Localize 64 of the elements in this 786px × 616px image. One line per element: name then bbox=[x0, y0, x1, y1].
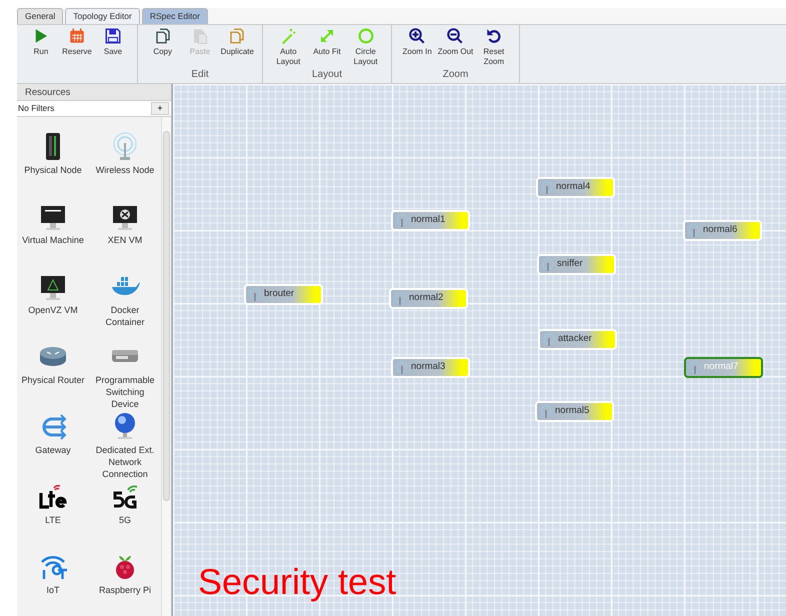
reset-icon bbox=[484, 27, 503, 45]
antenna-icon bbox=[542, 258, 554, 272]
scrollbar[interactable] bbox=[161, 117, 171, 616]
resource-item[interactable]: Gateway bbox=[17, 411, 89, 481]
toolbar-button[interactable]: Run bbox=[23, 27, 59, 57]
topology-node[interactable]: normal1 bbox=[391, 210, 470, 231]
resource-item[interactable]: Raspberry Pi bbox=[89, 551, 161, 616]
resource-item[interactable]: OpenVZ VM bbox=[17, 271, 89, 341]
copy-icon bbox=[154, 27, 172, 45]
resource-item[interactable]: XEN VM bbox=[89, 201, 161, 271]
zoom-in-icon bbox=[408, 27, 426, 45]
editor-tab[interactable]: General bbox=[17, 8, 64, 24]
resource-item[interactable]: Programmable Switching Device bbox=[89, 341, 161, 411]
toolbar-button[interactable]: Save bbox=[95, 27, 131, 57]
topology-node[interactable]: normal2 bbox=[389, 288, 468, 309]
resource-item[interactable]: Physical Node bbox=[17, 131, 89, 201]
resource-item[interactable]: Dedicated Ext. Network Connection bbox=[89, 411, 161, 481]
resource-item[interactable]: IoT bbox=[17, 551, 89, 616]
panel-title: Resources bbox=[17, 84, 171, 101]
magic-wand-icon bbox=[279, 27, 298, 45]
group-label: Edit bbox=[190, 68, 210, 82]
antenna-icon bbox=[394, 292, 406, 306]
antenna-icon bbox=[541, 180, 553, 194]
topology-node[interactable]: sniffer bbox=[537, 254, 616, 275]
topology-node[interactable]: attacker bbox=[538, 329, 617, 350]
resource-item[interactable]: LTE bbox=[17, 481, 89, 551]
antenna-icon bbox=[543, 332, 555, 346]
toolbar-button[interactable]: Zoom In bbox=[399, 27, 436, 67]
add-filter-button[interactable]: + bbox=[151, 102, 169, 115]
topology-node[interactable]: normal5 bbox=[535, 401, 614, 422]
topology-node[interactable]: normal4 bbox=[536, 177, 615, 198]
toolbar-button[interactable]: Duplicate bbox=[219, 27, 256, 57]
scrollbar-thumb[interactable] bbox=[163, 131, 170, 501]
toolbar-button[interactable]: Reset Zoom bbox=[476, 27, 512, 67]
toolbar-button[interactable]: Auto Fit bbox=[308, 27, 345, 67]
toolbar-button[interactable]: Reserve bbox=[59, 27, 95, 57]
resource-item[interactable]: Wireless Node bbox=[89, 131, 161, 201]
calendar-icon bbox=[68, 27, 86, 45]
toolbar-button[interactable]: Zoom Out bbox=[437, 27, 474, 67]
group-label: Zoom bbox=[442, 68, 470, 82]
editor-tab[interactable]: Topology Editor bbox=[65, 8, 140, 24]
antenna-icon bbox=[396, 214, 408, 228]
antenna-icon bbox=[688, 224, 700, 238]
resource-item[interactable]: 5G bbox=[89, 481, 161, 551]
group-label: Layout bbox=[310, 68, 344, 82]
resource-item[interactable]: Virtual Machine bbox=[17, 201, 89, 271]
circle-icon bbox=[356, 27, 375, 45]
filter-label: No Filters bbox=[17, 102, 54, 115]
editor-tab[interactable]: RSpec Editor bbox=[142, 8, 208, 24]
antenna-icon bbox=[249, 288, 261, 302]
antenna-icon bbox=[689, 360, 701, 374]
antenna-icon bbox=[540, 404, 552, 418]
topology-node[interactable]: brouter bbox=[244, 284, 323, 305]
topology-node[interactable]: normal6 bbox=[683, 220, 762, 241]
caption: Security test bbox=[198, 562, 396, 602]
resource-item[interactable]: Physical Router bbox=[17, 341, 89, 411]
topology-node[interactable]: normal3 bbox=[391, 357, 470, 378]
antenna-icon bbox=[396, 360, 408, 374]
duplicate-icon bbox=[228, 27, 246, 45]
zoom-out-icon bbox=[446, 27, 464, 45]
toolbar-button[interactable]: Copy bbox=[144, 27, 181, 57]
toolbar-button[interactable]: Auto Layout bbox=[270, 27, 306, 67]
resource-item[interactable]: Docker Container bbox=[89, 271, 161, 341]
toolbar-button[interactable]: Circle Layout bbox=[348, 27, 384, 67]
